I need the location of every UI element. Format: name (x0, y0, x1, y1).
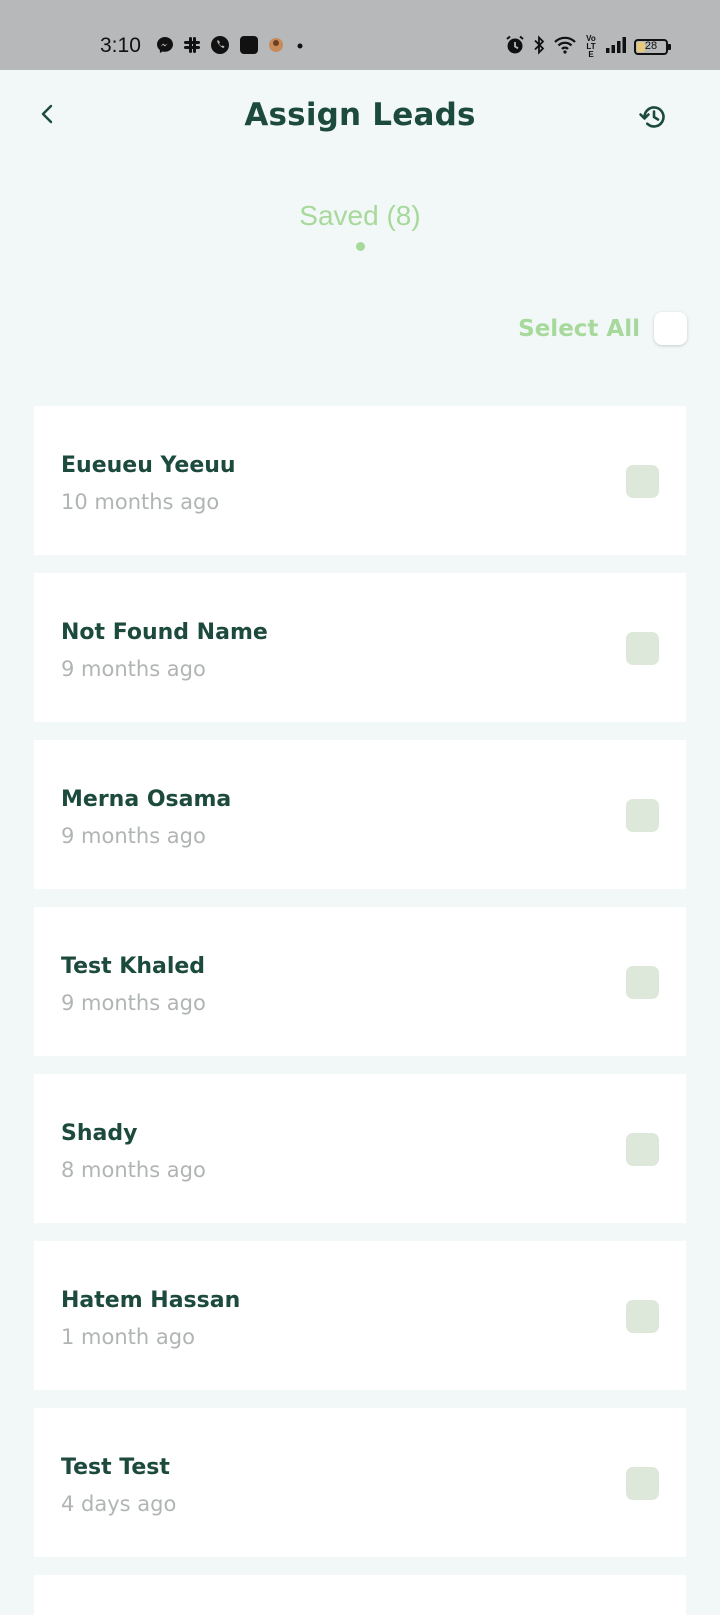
list-item[interactable]: Not Found Name 9 months ago (34, 573, 686, 722)
lead-time: 8 months ago (61, 1158, 206, 1182)
lead-name: Test Khaled (61, 954, 206, 979)
list-item[interactable] (34, 1575, 686, 1615)
status-time: 3:10 (100, 34, 141, 57)
active-tab-indicator (355, 242, 365, 251)
dot-icon (293, 38, 307, 57)
list-item[interactable]: Test Khaled 9 months ago (34, 907, 686, 1056)
wifi-icon (553, 35, 577, 59)
lead-time: 1 month ago (61, 1325, 195, 1349)
battery-tip (668, 44, 671, 50)
bluetooth-icon (532, 35, 546, 59)
lead-list: Eueueu Yeeuu 10 months ago Not Found Nam… (34, 406, 686, 1615)
lead-checkbox[interactable] (626, 1467, 659, 1500)
lead-checkbox[interactable] (626, 799, 659, 832)
status-bar: 3:10 Vo LTE 28 (0, 0, 720, 70)
list-item[interactable]: Test Test 4 days ago (34, 1408, 686, 1557)
lead-name: Shady (61, 1121, 138, 1146)
square-app-icon (239, 35, 259, 59)
lead-name: Merna Osama (61, 787, 232, 812)
lead-checkbox[interactable] (626, 966, 659, 999)
select-all-label: Select All (518, 315, 640, 342)
avatar-icon (268, 37, 284, 57)
lead-checkbox[interactable] (626, 1133, 659, 1166)
volte-icon: Vo LTE (586, 34, 596, 59)
list-item[interactable]: Merna Osama 9 months ago (34, 740, 686, 889)
tab-saved[interactable]: Saved (8) (0, 200, 720, 251)
messenger-icon (156, 36, 174, 58)
select-all-row[interactable]: Select All (518, 312, 687, 345)
lead-checkbox[interactable] (626, 465, 659, 498)
alarm-icon (505, 35, 525, 59)
tab-saved-label: Saved (8) (299, 200, 421, 231)
lead-time: 9 months ago (61, 657, 206, 681)
list-item[interactable]: Shady 8 months ago (34, 1074, 686, 1223)
lead-checkbox[interactable] (626, 632, 659, 665)
list-item[interactable]: Eueueu Yeeuu 10 months ago (34, 406, 686, 555)
lead-time: 9 months ago (61, 991, 206, 1015)
whatsapp-icon (210, 35, 230, 59)
page-title: Assign Leads (244, 97, 476, 133)
battery-level: 28 (644, 40, 658, 52)
lead-checkbox[interactable] (626, 1300, 659, 1333)
slack-icon (183, 36, 201, 58)
history-button[interactable] (634, 100, 672, 138)
lead-name: Test Test (61, 1455, 170, 1480)
select-all-checkbox[interactable] (654, 312, 687, 345)
lead-name: Eueueu Yeeuu (61, 453, 236, 478)
notification-icons (156, 36, 307, 58)
lead-name: Hatem Hassan (61, 1288, 241, 1313)
signal-icon (605, 36, 627, 58)
lead-time: 9 months ago (61, 824, 206, 848)
lead-time: 10 months ago (61, 490, 220, 514)
list-item[interactable]: Hatem Hassan 1 month ago (34, 1241, 686, 1390)
lead-name: Not Found Name (61, 620, 268, 645)
lead-time: 4 days ago (61, 1492, 177, 1516)
system-icons: Vo LTE 28 (505, 34, 671, 59)
history-icon (638, 102, 668, 136)
battery-icon: 28 (634, 39, 671, 55)
